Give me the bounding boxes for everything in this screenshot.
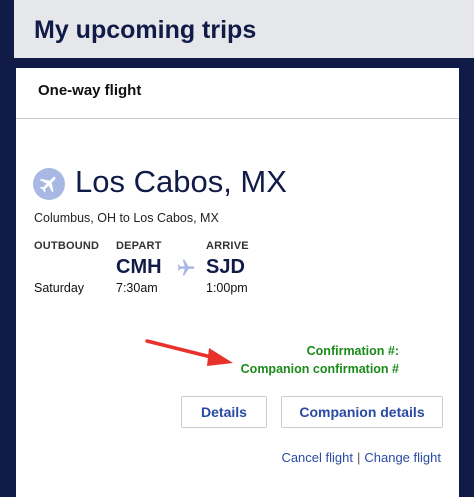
route-description: Columbus, OH to Los Cabos, MX (34, 211, 219, 225)
page-frame: My upcoming trips One-way flight Los Cab… (0, 0, 474, 497)
trip-card-header: One-way flight (16, 68, 459, 119)
airplane-icon (33, 168, 65, 200)
trip-actions: Cancel flight | Change flight (281, 450, 441, 465)
change-flight-link[interactable]: Change flight (364, 450, 441, 465)
travel-day: Saturday (34, 281, 85, 295)
trip-card: One-way flight Los Cabos, MX Columbus, O… (16, 68, 459, 497)
red-arrow-annotation (145, 338, 235, 373)
airplane-icon (176, 258, 196, 283)
page-title: My upcoming trips (34, 16, 257, 44)
details-button[interactable]: Details (181, 396, 267, 428)
cancel-flight-link[interactable]: Cancel flight (281, 450, 353, 465)
page-header: My upcoming trips (14, 0, 474, 58)
link-separator: | (356, 450, 361, 465)
arrive-airport-code: SJD (206, 256, 245, 278)
arrive-label: ARRIVE (206, 240, 249, 252)
depart-label: DEPART (116, 240, 162, 252)
header-divider (14, 58, 474, 63)
depart-time: 7:30am (116, 281, 158, 295)
outbound-label: OUTBOUND (34, 240, 100, 252)
destination-title: Los Cabos, MX (75, 164, 287, 199)
depart-airport-code: CMH (116, 256, 162, 278)
arrive-time: 1:00pm (206, 281, 248, 295)
trip-type: One-way flight (38, 82, 142, 99)
companion-details-button[interactable]: Companion details (281, 396, 443, 428)
